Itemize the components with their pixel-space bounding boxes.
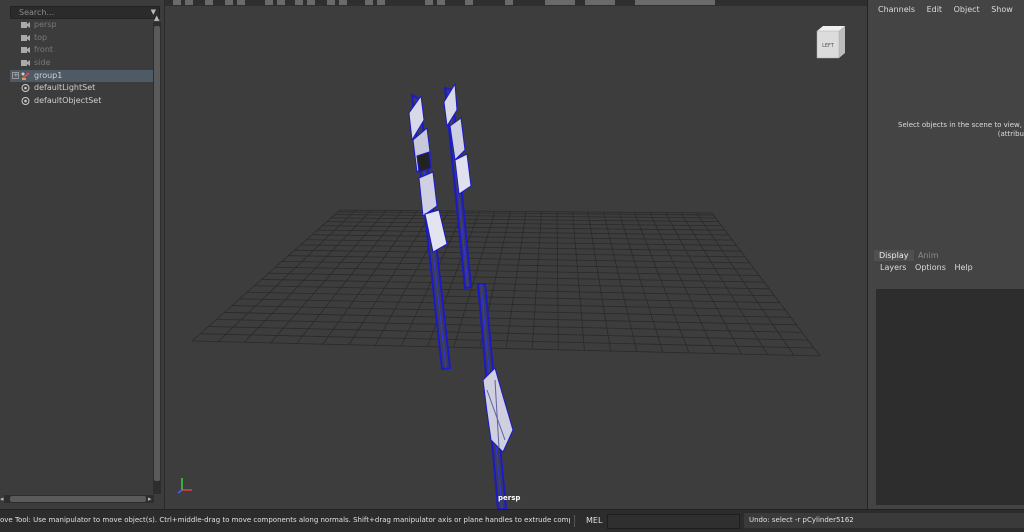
search-placeholder: Search... (19, 8, 55, 17)
outliner-item-front[interactable]: front (10, 44, 153, 56)
outliner-item-label: group1 (34, 71, 63, 80)
ground-grid (191, 209, 821, 357)
message-line: (attribu (997, 130, 1024, 138)
grid-line (618, 212, 664, 353)
grid-line (587, 211, 612, 352)
mel-label[interactable]: MEL (586, 516, 602, 525)
set-icon (21, 97, 30, 105)
scroll-left-icon[interactable]: ◂ (0, 495, 4, 503)
scroll-right-icon[interactable]: ▸ (148, 495, 152, 503)
command-result-field: Undo: select -r pCylinder5162 (744, 513, 1024, 528)
grid-line (275, 266, 760, 276)
outliner-item-defaultobjectset[interactable]: defaultObjectSet (10, 95, 153, 107)
camera-label: persp (498, 494, 521, 502)
message-line: Select objects in the scene to view, e (898, 121, 1024, 129)
viewcube[interactable]: LEFT (815, 25, 845, 59)
menu-options[interactable]: Options (915, 263, 946, 272)
outliner-item-label: side (34, 58, 51, 67)
camera-icon (21, 35, 30, 41)
layer-list[interactable] (876, 289, 1024, 505)
grid-line (191, 340, 821, 357)
group-transform-icon (21, 72, 30, 80)
axis-gizmo (177, 478, 192, 494)
set-icon (21, 84, 30, 92)
outliner-search-field[interactable]: Search... ▼ (10, 6, 160, 19)
outliner-item-group1[interactable]: + group1 (10, 70, 153, 82)
outliner-item-label: persp (34, 20, 57, 29)
blade-fragment[interactable] (408, 94, 448, 253)
scene-canvas[interactable] (165, 0, 867, 509)
viewcube-label: LEFT (822, 43, 835, 49)
outliner-item-label: top (34, 33, 48, 42)
3d-viewport[interactable]: LEFT persp (165, 0, 868, 509)
outliner-item-label: front (34, 45, 54, 54)
outliner-item-persp[interactable]: persp (10, 19, 153, 31)
viewcube-icon[interactable]: LEFT (815, 25, 845, 59)
grid-line (224, 312, 797, 326)
grid-line (200, 333, 814, 349)
tab-anim[interactable]: Anim (913, 250, 944, 261)
grid-line (603, 212, 638, 352)
menu-help[interactable]: Help (954, 263, 972, 272)
grid-line (247, 291, 780, 304)
outliner-panel: Search... ▼ persp top front side + group… (0, 0, 165, 509)
grid-line (232, 305, 791, 318)
menu-object[interactable]: Object (954, 5, 980, 14)
grid-line (680, 212, 769, 355)
outliner-item-label: defaultObjectSet (34, 96, 102, 105)
blade-fragment[interactable] (482, 367, 514, 453)
outliner-horizontal-scrollbar[interactable]: ◂ ▸ (0, 495, 154, 503)
outliner-item-defaultlightset[interactable]: defaultLightSet (10, 82, 153, 94)
grid-line (696, 212, 795, 356)
mel-command-input[interactable] (607, 514, 740, 529)
scroll-thumb[interactable] (154, 26, 160, 481)
grid-line (531, 211, 542, 350)
grid-line (239, 298, 786, 311)
grid-line (572, 211, 585, 351)
menu-edit[interactable]: Edit (927, 5, 943, 14)
result-text: Undo: select -r pCylinder5162 (749, 516, 854, 524)
camera-icon (21, 60, 30, 66)
tab-display[interactable]: Display (874, 250, 914, 261)
menu-layers[interactable]: Layers (880, 263, 906, 272)
outliner-item-side[interactable]: side (10, 57, 153, 69)
channel-box: Channels Edit Object Show Select objects… (868, 0, 1024, 247)
outliner-vertical-scrollbar[interactable]: ▲ (153, 14, 161, 494)
layer-menu: Layers Options Help (880, 263, 979, 272)
blade-fragment[interactable] (443, 82, 472, 195)
scroll-up-icon[interactable]: ▲ (154, 14, 159, 22)
camera-icon (21, 22, 30, 28)
grid-line (711, 212, 821, 357)
channel-box-message: Select objects in the scene to view, e (… (898, 121, 1024, 139)
grid-line (556, 211, 559, 350)
grid-line (649, 212, 716, 354)
status-bar: ove Tool: Use manipulator to move object… (0, 509, 1024, 532)
menu-channels[interactable]: Channels (878, 5, 915, 14)
help-line: ove Tool: Use manipulator to move object… (0, 516, 570, 524)
layer-editor: Display Anim Layers Options Help (868, 248, 1024, 509)
grid-line (634, 212, 690, 354)
menu-show[interactable]: Show (991, 5, 1013, 14)
scroll-thumb[interactable] (10, 496, 146, 502)
grid-line (208, 326, 809, 341)
expand-icon[interactable]: + (12, 72, 19, 79)
grid-line (665, 212, 742, 355)
channel-box-menu: Channels Edit Object Show (878, 5, 1022, 14)
outliner-item-label: defaultLightSet (34, 83, 96, 92)
grid-line (216, 318, 803, 333)
outliner-item-top[interactable]: top (10, 32, 153, 44)
divider (574, 515, 575, 527)
camera-icon (21, 47, 30, 53)
